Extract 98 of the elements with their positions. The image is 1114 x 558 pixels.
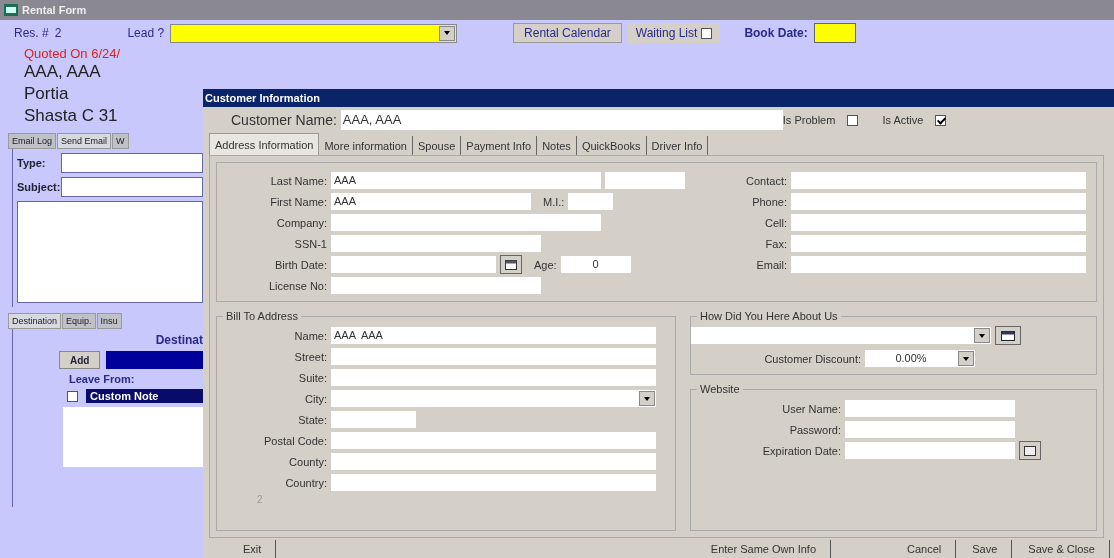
- input-field[interactable]: [791, 256, 1086, 273]
- field-label: Birth Date:: [274, 258, 327, 271]
- app-icon: [4, 4, 18, 16]
- destination-label: Destinat: [155, 333, 203, 347]
- flag-checkbox[interactable]: [847, 114, 859, 126]
- field-label: Company:: [275, 216, 327, 229]
- input-field[interactable]: [331, 235, 541, 252]
- destination-field[interactable]: [106, 351, 203, 369]
- dialog-title: Customer Information: [203, 89, 1114, 107]
- flag-checkbox[interactable]: [935, 114, 947, 126]
- group-title: How Did You Here About Us: [699, 310, 839, 322]
- field-label: Age:: [534, 258, 557, 271]
- input-field[interactable]: [331, 256, 496, 273]
- flag-label: Is Active: [882, 114, 924, 126]
- input-field[interactable]: [791, 193, 1086, 210]
- custom-note-checkbox[interactable]: [67, 390, 78, 402]
- field-label: User Name:: [781, 402, 841, 415]
- custom-note-item[interactable]: Custom Note: [86, 389, 203, 403]
- field-label: License No:: [267, 279, 327, 292]
- input-field[interactable]: [331, 453, 656, 470]
- customer-detail: Portia: [24, 83, 70, 105]
- waiting-list-label: Waiting List: [635, 26, 698, 40]
- field-label: State:: [297, 413, 327, 426]
- customer-detail: Shasta C 31: [24, 105, 119, 127]
- input-field[interactable]: [331, 277, 541, 294]
- input-field[interactable]: [605, 172, 685, 189]
- group-title: Bill To Address: [225, 310, 299, 322]
- res-number: 2: [54, 26, 62, 40]
- add-button[interactable]: Add: [59, 351, 101, 369]
- field-label: Country:: [284, 476, 327, 489]
- input-field[interactable]: AAA: [331, 193, 531, 210]
- waiting-list-checkbox[interactable]: [701, 27, 713, 39]
- destination-tab[interactable]: Insu: [96, 313, 122, 329]
- calendar-icon: [1024, 445, 1036, 456]
- type-field[interactable]: [61, 153, 203, 173]
- field-label: Last Name:: [269, 174, 327, 187]
- field-label: Suite:: [297, 371, 327, 384]
- subject-field[interactable]: [61, 177, 203, 197]
- res-label: Res. #: [14, 26, 49, 40]
- list-icon: [1001, 330, 1015, 341]
- input-field[interactable]: [791, 172, 1086, 189]
- email-tab[interactable]: Send Email: [57, 133, 112, 149]
- field-label: City:: [304, 392, 327, 405]
- customer-name-label: Customer Name:: [231, 112, 337, 128]
- input-field[interactable]: AAA AAA: [331, 327, 656, 344]
- input-field[interactable]: 0: [560, 256, 631, 273]
- field-label: Street:: [293, 350, 327, 363]
- date-picker-button[interactable]: [1019, 441, 1041, 460]
- field-label: M.I.:: [543, 195, 565, 208]
- lead-label: Lead ?: [127, 26, 165, 40]
- field-label: First Name:: [269, 195, 327, 208]
- input-field[interactable]: [331, 348, 656, 365]
- window-title: Rental Form: [22, 4, 87, 16]
- dialog-tab[interactable]: Address Information: [209, 133, 320, 155]
- field-label: Password:: [788, 423, 841, 436]
- input-field[interactable]: [331, 369, 656, 386]
- input-field[interactable]: [791, 235, 1086, 252]
- destination-tab[interactable]: Destination: [8, 313, 62, 329]
- discount-dropdown[interactable]: 0.00%: [865, 350, 975, 367]
- field-label: Phone:: [751, 195, 787, 208]
- type-label: Type:: [17, 157, 47, 169]
- field-label: Email:: [755, 258, 787, 271]
- field-label: County:: [288, 455, 327, 468]
- rental-calendar-button[interactable]: Rental Calendar: [513, 23, 622, 43]
- input-field[interactable]: [331, 411, 416, 428]
- field-label: Expiration Date:: [761, 444, 841, 457]
- email-tab[interactable]: Email Log: [8, 133, 57, 149]
- field-label: SSN-1: [293, 237, 327, 250]
- leave-from-label: Leave From:: [69, 373, 136, 385]
- field-label: Name:: [293, 329, 327, 342]
- quoted-date: Quoted On 6/24/: [24, 46, 122, 61]
- input-field[interactable]: [791, 214, 1086, 231]
- input-field[interactable]: [331, 214, 601, 231]
- calendar-button[interactable]: [500, 255, 522, 274]
- group-title: Website: [699, 383, 741, 395]
- flag-label: Is Problem: [782, 114, 836, 126]
- notes-field[interactable]: [63, 407, 203, 467]
- field-label: Fax:: [764, 237, 787, 250]
- destination-tab[interactable]: Equip.: [62, 313, 96, 329]
- field-label: Contact:: [745, 174, 787, 187]
- field-label: Customer Discount:: [763, 352, 861, 365]
- input-field[interactable]: [845, 442, 1015, 459]
- edit-list-button[interactable]: [995, 326, 1021, 345]
- input-field[interactable]: [331, 432, 656, 449]
- input-field[interactable]: [568, 193, 614, 210]
- input-field[interactable]: [331, 474, 656, 491]
- field-label: Cell:: [764, 216, 787, 229]
- customer-name: AAA, AAA: [24, 61, 102, 83]
- field-label: Postal Code:: [263, 434, 327, 447]
- book-date-field[interactable]: [813, 23, 856, 43]
- input-field[interactable]: AAA: [331, 172, 601, 189]
- input-field[interactable]: [845, 400, 1015, 417]
- input-field[interactable]: [845, 421, 1015, 438]
- calendar-icon: [505, 259, 517, 270]
- email-body-field[interactable]: [17, 201, 203, 303]
- email-tab[interactable]: W: [112, 133, 129, 149]
- book-date-label: Book Date:: [744, 26, 808, 40]
- customer-name-field[interactable]: AAA, AAA: [340, 110, 783, 130]
